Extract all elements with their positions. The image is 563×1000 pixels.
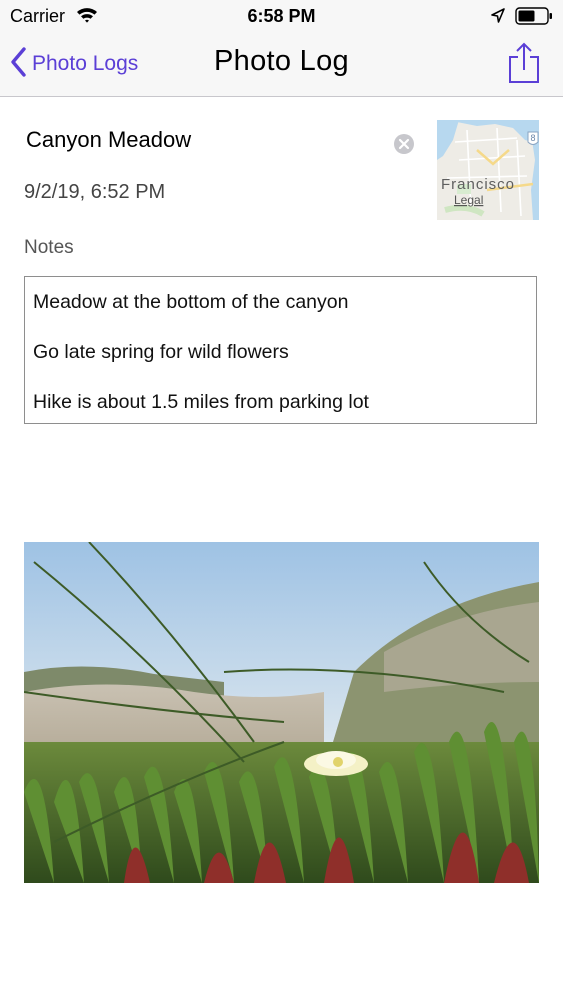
entry-date: 9/2/19, 6:52 PM bbox=[24, 181, 166, 203]
map-legal-link[interactable]: Legal bbox=[454, 193, 483, 207]
map-place-label: Francisco bbox=[441, 176, 515, 193]
route-badge-label: 8 bbox=[530, 133, 535, 143]
status-time: 6:58 PM bbox=[247, 6, 316, 26]
entry-title-field[interactable] bbox=[24, 126, 388, 154]
notes-heading: Notes bbox=[24, 237, 74, 258]
navigation-bar: Photo Logs Photo Log bbox=[0, 32, 563, 97]
share-icon bbox=[507, 42, 541, 88]
log-photo[interactable] bbox=[24, 542, 539, 883]
note-line: Go late spring for wild flowers bbox=[33, 341, 289, 363]
map-thumbnail[interactable]: 8 Francisco Legal bbox=[437, 120, 539, 220]
notes-text-area[interactable]: Meadow at the bottom of the canyon Go la… bbox=[24, 276, 537, 424]
clear-text-icon[interactable] bbox=[393, 133, 415, 160]
status-bar: Carrier 6:58 PM bbox=[0, 0, 563, 32]
note-line: Meadow at the bottom of the canyon bbox=[33, 291, 349, 313]
share-button[interactable] bbox=[507, 42, 541, 89]
note-line: Hike is about 1.5 miles from parking lot bbox=[33, 391, 369, 413]
battery-icon bbox=[515, 7, 553, 30]
page-title: Photo Log bbox=[214, 45, 349, 77]
location-arrow-icon bbox=[491, 8, 505, 28]
